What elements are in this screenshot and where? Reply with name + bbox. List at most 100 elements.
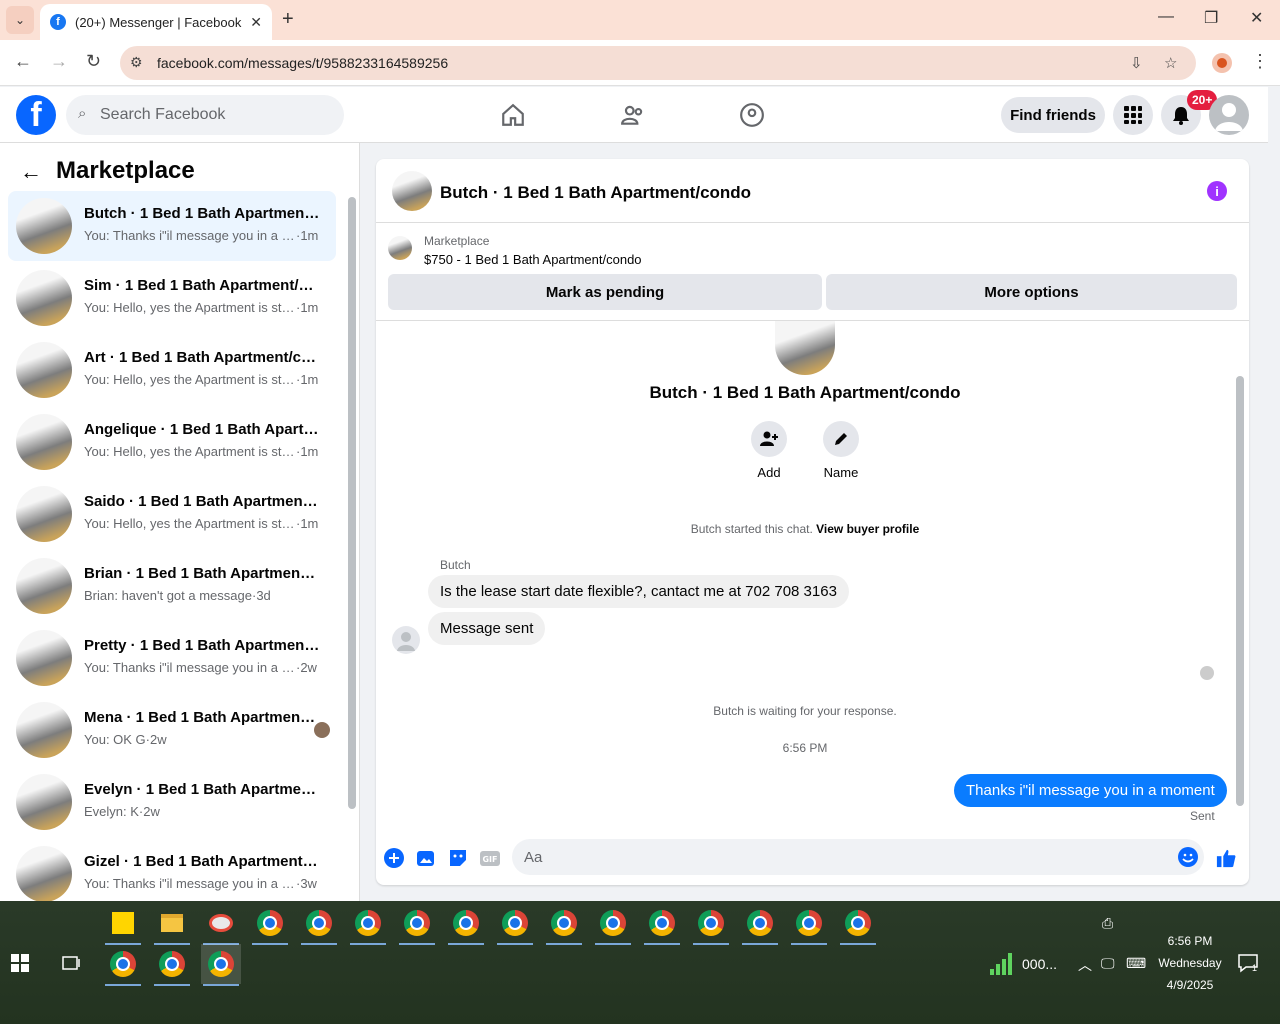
- chat-listing-thumbnail[interactable]: [392, 171, 432, 211]
- url-input[interactable]: ⚙ facebook.com/messages/t/95882331645892…: [120, 46, 1196, 80]
- back-button[interactable]: ←: [14, 51, 32, 72]
- sticky-notes-icon[interactable]: [103, 903, 143, 945]
- info-icon[interactable]: i: [1207, 181, 1227, 201]
- seen-avatar: [314, 722, 330, 738]
- conversation-name: Gizel · 1 Bed 1 Bath Apartment/condo: [84, 853, 320, 870]
- task-view-icon[interactable]: [51, 943, 91, 983]
- conversation-item[interactable]: Art · 1 Bed 1 Bath Apartment/condo You: H…: [8, 335, 336, 405]
- conversation-item[interactable]: Evelyn · 1 Bed 1 Bath Apartment/condo Eve…: [8, 767, 336, 837]
- reload-button[interactable]: ↻: [86, 51, 101, 72]
- listing-thumbnail[interactable]: [388, 236, 412, 260]
- view-buyer-profile-link[interactable]: View buyer profile: [816, 522, 919, 536]
- conversation-item[interactable]: Brian · 1 Bed 1 Bath Apartment/condo Bria…: [8, 551, 336, 621]
- conversation-item[interactable]: Sim · 1 Bed 1 Bath Apartment/condo You: H…: [8, 263, 336, 333]
- chrome-icon[interactable]: [838, 903, 878, 945]
- close-window-button[interactable]: ✕: [1250, 8, 1263, 28]
- paint-icon[interactable]: [201, 903, 241, 945]
- chrome-icon[interactable]: [740, 903, 780, 945]
- back-arrow-icon[interactable]: ←: [20, 159, 42, 185]
- emoji-icon[interactable]: [1178, 847, 1198, 871]
- forward-button[interactable]: →: [50, 51, 68, 72]
- gif-icon[interactable]: GIF: [480, 848, 500, 868]
- add-people-action[interactable]: Add: [739, 421, 799, 480]
- chrome-icon[interactable]: [691, 903, 731, 945]
- tab-search-button[interactable]: ⌄: [6, 6, 34, 34]
- bookmark-star-icon[interactable]: ☆: [1164, 54, 1177, 72]
- new-tab-button[interactable]: +: [282, 8, 294, 31]
- chrome-icon[interactable]: [495, 903, 535, 945]
- browser-menu-icon[interactable]: ⋮: [1251, 51, 1269, 72]
- conversation-name: Evelyn · 1 Bed 1 Bath Apartment/condo: [84, 781, 320, 798]
- chrome-icon[interactable]: [397, 903, 437, 945]
- chrome-icon[interactable]: [103, 944, 143, 986]
- message-bubble[interactable]: Message sent: [428, 612, 546, 645]
- browser-tab[interactable]: f (20+) Messenger | Facebook ✕: [40, 4, 272, 40]
- chrome-icon[interactable]: [642, 903, 682, 945]
- mark-as-pending-button[interactable]: Mark as pending: [388, 274, 822, 310]
- clock-date[interactable]: 4/9/2025: [1150, 978, 1230, 992]
- message-bubble[interactable]: Is the lease start date flexible?, canta…: [428, 575, 849, 608]
- profile-thumbnail[interactable]: [775, 321, 835, 375]
- show-hidden-icons-chevron-icon[interactable]: ︿: [1078, 955, 1092, 975]
- home-icon[interactable]: [497, 99, 529, 131]
- minimize-button[interactable]: —: [1158, 8, 1174, 26]
- chrome-icon[interactable]: [152, 944, 192, 986]
- keyboard-icon[interactable]: ⌨: [1126, 955, 1146, 972]
- restore-button[interactable]: ❐: [1204, 8, 1218, 28]
- conversation-list-scrollbar[interactable]: [348, 197, 356, 809]
- chat-title[interactable]: Butch · 1 Bed 1 Bath Apartment/condo: [440, 183, 751, 203]
- meet-now-icon[interactable]: ⎙: [1102, 915, 1113, 932]
- search-input[interactable]: ⌕ Search Facebook: [66, 95, 344, 135]
- sticker-icon[interactable]: [448, 848, 468, 868]
- site-info-icon[interactable]: ⚙: [130, 54, 143, 71]
- preview-text: You: OK G: [84, 732, 146, 747]
- clock-time[interactable]: 6:56 PM: [1150, 934, 1230, 948]
- close-tab-icon[interactable]: ✕: [250, 14, 262, 31]
- network-monitor-icon[interactable]: 🖵: [1101, 955, 1115, 972]
- conversation-item[interactable]: Mena · 1 Bed 1 Bath Apartment/condo You: …: [8, 695, 336, 765]
- chrome-icon[interactable]: [299, 903, 339, 945]
- chrome-icon[interactable]: [789, 903, 829, 945]
- listing-thumbnail: [16, 270, 72, 326]
- rename-action[interactable]: Name: [811, 421, 871, 480]
- chrome-icon[interactable]: [446, 903, 486, 945]
- account-avatar[interactable]: [1209, 95, 1249, 135]
- plus-circle-icon[interactable]: [384, 848, 404, 868]
- listing-thumbnail: [16, 630, 72, 686]
- facebook-logo-icon[interactable]: f: [16, 95, 56, 135]
- preview-time: ·3d: [251, 588, 271, 603]
- conversation-item[interactable]: Gizel · 1 Bed 1 Bath Apartment/condo You:…: [8, 839, 336, 901]
- sender-avatar[interactable]: [392, 626, 420, 654]
- find-friends-button[interactable]: Find friends: [1001, 97, 1105, 133]
- conversation-item[interactable]: Angelique · 1 Bed 1 Bath Apartment/condo…: [8, 407, 336, 477]
- conversation-item[interactable]: Pretty · 1 Bed 1 Bath Apartment/condo You…: [8, 623, 336, 693]
- conversation-item[interactable]: Butch · 1 Bed 1 Bath Apartment/condo You:…: [8, 191, 336, 261]
- menu-grid-icon[interactable]: [1113, 95, 1153, 135]
- network-signal-icon[interactable]: [990, 953, 1014, 978]
- chrome-icon[interactable]: [593, 903, 633, 945]
- message-input[interactable]: Aa: [512, 839, 1204, 875]
- chrome-icon[interactable]: [250, 903, 290, 945]
- start-windows-icon[interactable]: [0, 943, 40, 983]
- thread-scrollbar[interactable]: [1236, 376, 1244, 806]
- more-options-button[interactable]: More options: [826, 274, 1237, 310]
- chrome-icon[interactable]: [348, 903, 388, 945]
- file-explorer-icon[interactable]: [152, 903, 192, 945]
- my-message-bubble[interactable]: Thanks i"il message you in a moment: [954, 774, 1227, 807]
- install-app-icon[interactable]: ⇩: [1130, 54, 1143, 72]
- message-placeholder: Aa: [524, 848, 543, 866]
- notification-center-icon[interactable]: 1: [1238, 953, 1258, 976]
- friends-icon[interactable]: [617, 99, 649, 131]
- like-thumb-icon[interactable]: [1216, 848, 1236, 868]
- groups-icon[interactable]: [736, 99, 768, 131]
- conversation-preview: You: Hello, yes the Apartment is still a…: [84, 300, 328, 315]
- conversation-item[interactable]: Saido · 1 Bed 1 Bath Apartment/condo You:…: [8, 479, 336, 549]
- preview-time: ·1m: [296, 372, 319, 387]
- clock-day[interactable]: Wednesday: [1150, 956, 1230, 970]
- photo-icon[interactable]: [416, 848, 436, 868]
- chrome-icon[interactable]: [201, 944, 241, 986]
- chrome-icon[interactable]: [544, 903, 584, 945]
- preview-text: You: Hello, yes the Apartment is still a…: [84, 444, 296, 459]
- listing-price-title[interactable]: $750 - 1 Bed 1 Bath Apartment/condo: [424, 252, 642, 267]
- browser-profile-icon[interactable]: [1212, 53, 1232, 73]
